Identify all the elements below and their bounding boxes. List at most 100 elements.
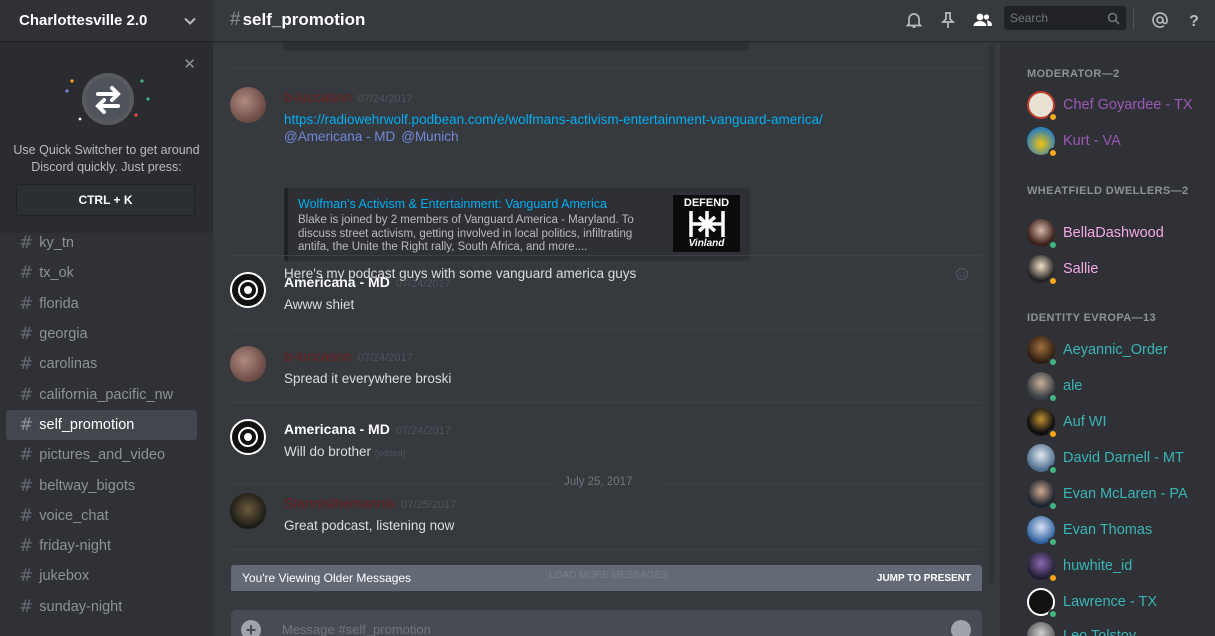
member-item[interactable]: Evan McLaren - PA: [1027, 479, 1212, 511]
avatar[interactable]: [230, 346, 266, 382]
search-input[interactable]: Search: [1004, 6, 1126, 30]
load-more-button[interactable]: LOAD MORE MESSAGES: [549, 570, 668, 581]
channel-header: # self_promotion Search ?: [213, 0, 1215, 42]
pin-icon[interactable]: [937, 9, 959, 31]
channel-list: # ky_tn # tx_ok # florida # georgia # carolin…: [0, 228, 213, 622]
jump-to-present-button[interactable]: JUMP TO PRESENT: [877, 573, 971, 584]
member-name: David Darnell - MT: [1063, 450, 1184, 466]
channel-item-carolinas[interactable]: # carolinas: [6, 349, 197, 379]
server-header[interactable]: Charlottesville 2.0: [0, 0, 213, 42]
member-name: Leo Tolstoy: [1063, 628, 1137, 636]
status-indicator: [1048, 429, 1058, 439]
avatar: [1027, 622, 1055, 636]
hash-icon: #: [230, 9, 241, 30]
chevron-down-icon: [184, 17, 196, 25]
channel-item-ky_tn[interactable]: # ky_tn: [6, 228, 197, 258]
avatar[interactable]: [230, 419, 266, 455]
embed-title[interactable]: Wolfman's Activism & Entertainment: Vang…: [298, 197, 607, 211]
mentions-icon[interactable]: [1149, 9, 1171, 31]
channel-item-sunday-night[interactable]: # sunday-night: [6, 592, 197, 622]
author-name[interactable]: b-luccason: [284, 348, 352, 364]
members-icon[interactable]: [971, 9, 993, 31]
message-composer[interactable]: + Message #self_promotion: [231, 610, 982, 636]
channel-item-florida[interactable]: # florida: [6, 289, 197, 319]
author-name[interactable]: Americana - MD: [284, 274, 390, 290]
status-indicator: [1048, 240, 1058, 250]
channel-item-jukebox[interactable]: # jukebox: [6, 561, 197, 591]
message-body: b-luccason 07/24/2017 https://radiowehrwo…: [284, 89, 823, 144]
date-separator: July 25, 2017: [230, 476, 982, 490]
date-label: July 25, 2017: [556, 476, 641, 488]
member-item[interactable]: Kurt - VA: [1027, 126, 1212, 158]
avatar: [1027, 588, 1058, 619]
mention-munich[interactable]: @Munich: [401, 129, 458, 144]
member-item[interactable]: huwhite_id: [1027, 551, 1212, 583]
hash-icon: #: [19, 566, 34, 587]
timestamp: 07/24/2017: [357, 93, 413, 105]
header-divider: [1133, 8, 1134, 30]
channel-item-self_promotion[interactable]: # self_promotion: [6, 409, 197, 441]
status-indicator: [1048, 537, 1058, 547]
status-indicator: [1048, 609, 1058, 619]
channel-title: # self_promotion: [230, 9, 365, 31]
message-divider: [230, 402, 982, 403]
channel-item-georgia[interactable]: # georgia: [6, 319, 197, 349]
mention-americana[interactable]: @Americana - MD: [284, 129, 395, 144]
shortcut-key-badge: CTRL + K: [16, 184, 195, 216]
search-icon: [1107, 12, 1120, 25]
help-icon[interactable]: ?: [1183, 9, 1205, 31]
channel-item-california_pacific_nw[interactable]: # california_pacific_nw: [6, 379, 197, 409]
member-item[interactable]: Sallie: [1027, 254, 1212, 286]
message-divider: [230, 329, 982, 330]
channel-item-voice_chat[interactable]: # voice_chat: [6, 501, 197, 531]
quick-switcher-tip: ✕ Use Quick Switcher to get around Disco…: [0, 43, 213, 233]
channel-label: beltway_bigots: [39, 477, 136, 494]
channel-item-beltway_bigots[interactable]: # beltway_bigots: [6, 470, 197, 500]
member-item[interactable]: Lawrence - TX: [1027, 587, 1212, 619]
message-body: Americana - MD 07/24/2017 Awww shiet: [284, 274, 451, 312]
member-item[interactable]: Evan Thomas: [1027, 515, 1212, 547]
hash-icon: #: [19, 293, 34, 314]
channel-item-pictures_and_video[interactable]: # pictures_and_video: [6, 440, 197, 470]
channel-label: georgia: [39, 326, 88, 343]
author-name[interactable]: Americana - MD: [284, 421, 390, 437]
avatar[interactable]: [230, 493, 266, 529]
member-item[interactable]: Auf WI: [1027, 407, 1212, 439]
quick-switcher-text: Use Quick Switcher to get around Discord…: [0, 142, 213, 176]
avatar: [1027, 255, 1058, 286]
avatar[interactable]: [230, 87, 266, 123]
channel-item-tx_ok[interactable]: # tx_ok: [6, 258, 197, 288]
member-name: ale: [1063, 378, 1083, 394]
emoji-icon[interactable]: [951, 620, 971, 636]
member-item[interactable]: David Darnell - MT: [1027, 443, 1212, 475]
channel-item-friday-night[interactable]: # friday-night: [6, 531, 197, 561]
upload-plus-icon[interactable]: +: [241, 620, 261, 636]
member-item[interactable]: Leo Tolstoy: [1027, 621, 1212, 636]
channel-label: tx_ok: [39, 265, 74, 282]
hash-icon: #: [19, 505, 34, 526]
message-group: Americana - MD 07/24/2017 Awww shiet: [230, 272, 982, 322]
author-name[interactable]: Stannisthemannis: [284, 495, 395, 511]
scrollbar[interactable]: [989, 45, 994, 583]
avatar[interactable]: [230, 272, 266, 308]
member-item[interactable]: Chef Goyardee - TX: [1027, 90, 1212, 122]
embed-thumbnail[interactable]: DEFEND Vinland: [673, 195, 740, 252]
bell-icon[interactable]: [903, 9, 925, 31]
channel-label: friday-night: [39, 538, 111, 555]
hash-icon: #: [19, 354, 34, 375]
member-item[interactable]: ale: [1027, 371, 1212, 403]
channel-label: carolinas: [39, 356, 98, 373]
author-name[interactable]: b-luccason: [284, 89, 352, 105]
edited-label: (edited): [374, 448, 406, 458]
hash-icon: #: [19, 414, 34, 435]
close-icon[interactable]: ✕: [183, 55, 196, 73]
previous-embed-bottom: [283, 43, 749, 51]
message-link[interactable]: https://radiowehrwolf.podbean.com/e/wolf…: [284, 112, 823, 127]
member-name: Kurt - VA: [1063, 133, 1121, 149]
member-item[interactable]: Aeyannic_Order: [1027, 335, 1212, 367]
thumbnail-text-top: DEFEND: [683, 197, 730, 209]
timestamp: 07/24/2017: [395, 425, 451, 437]
timestamp: 07/24/2017: [395, 278, 451, 290]
status-indicator: [1048, 112, 1058, 122]
member-item[interactable]: BellaDashwood: [1027, 218, 1212, 250]
